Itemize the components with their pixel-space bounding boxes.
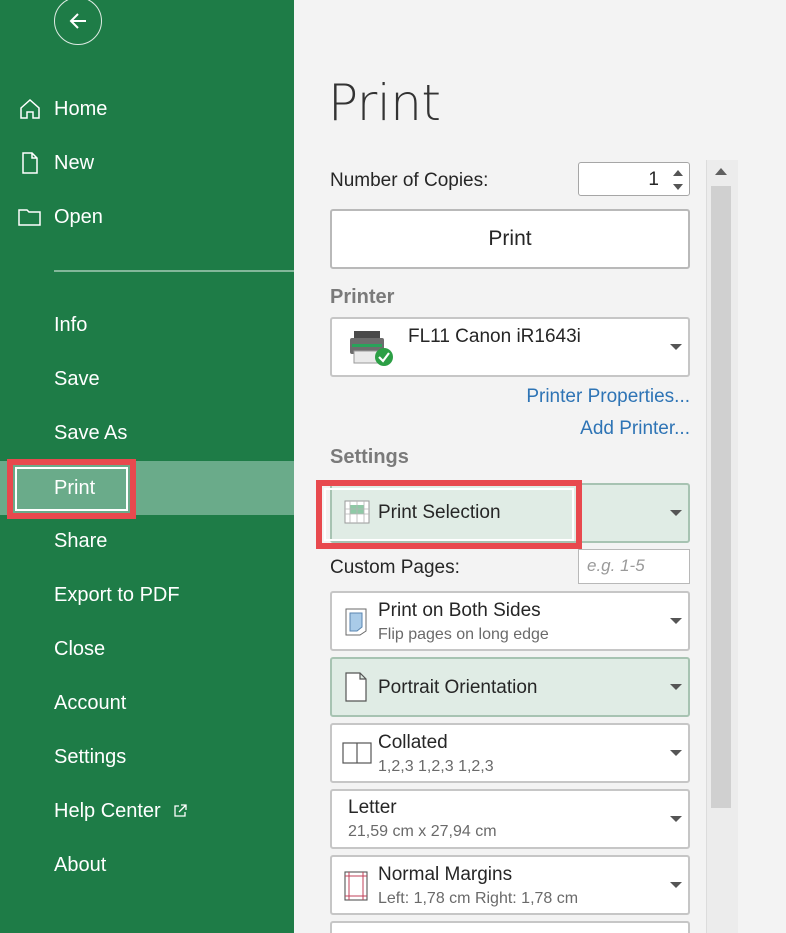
page-title: Print — [328, 74, 441, 132]
copies-stepper[interactable]: 1 — [578, 162, 690, 196]
back-button[interactable] — [54, 0, 102, 45]
paper-size-select[interactable]: Letter 21,59 cm x 27,94 cm — [330, 789, 690, 849]
nav-about-label: About — [54, 853, 107, 876]
orientation-title: Portrait Orientation — [378, 677, 538, 698]
nav-save-as[interactable]: Save As — [0, 406, 294, 460]
printer-select[interactable]: FL11 Canon iR1643i — [330, 317, 690, 377]
nav-share[interactable]: Share — [0, 514, 294, 568]
nav-open[interactable]: Open — [0, 190, 294, 244]
selection-highlight-box — [316, 480, 582, 549]
nav-close[interactable]: Close — [0, 622, 294, 676]
chevron-down-icon — [670, 882, 682, 888]
chevron-down-icon — [670, 750, 682, 756]
nav-save[interactable]: Save — [0, 352, 294, 406]
nav-export-pdf[interactable]: Export to PDF — [0, 568, 294, 622]
nav-home[interactable]: Home — [0, 82, 294, 136]
collation-select[interactable]: Collated 1,2,3 1,2,3 1,2,3 — [330, 723, 690, 783]
nav-new[interactable]: New — [0, 136, 294, 190]
duplex-subtitle: Flip pages on long edge — [378, 626, 549, 643]
custom-pages-input[interactable]: e.g. 1-5 — [578, 549, 690, 584]
margins-title: Normal Margins — [378, 864, 513, 885]
portrait-page-icon — [345, 672, 367, 702]
nav-settings[interactable]: Settings — [0, 730, 294, 784]
print-highlight-box — [7, 459, 136, 519]
print-panel: Print Number of Copies: 1 Print Printer … — [294, 0, 786, 933]
nav-help-center-label: Help Center — [54, 799, 161, 822]
printer-heading: Printer — [330, 286, 395, 308]
sidebar-divider — [54, 270, 294, 272]
custom-pages-label: Custom Pages: — [330, 557, 460, 578]
nav-share-label: Share — [54, 529, 108, 552]
scroll-up-icon[interactable] — [715, 168, 727, 175]
collated-title: Collated — [378, 732, 448, 753]
margins-select[interactable]: Normal Margins Left: 1,78 cm Right: 1,78… — [330, 855, 690, 915]
nav-settings-label: Settings — [54, 745, 127, 768]
nav-open-label: Open — [54, 205, 103, 228]
margins-icon — [344, 871, 368, 901]
scroll-thumb[interactable] — [711, 186, 731, 808]
printer-properties-link[interactable]: Printer Properties... — [526, 386, 690, 408]
chevron-down-icon — [670, 344, 682, 350]
chevron-down-icon — [670, 618, 682, 624]
scaling-select[interactable] — [330, 921, 690, 933]
print-button[interactable]: Print — [330, 209, 690, 269]
printer-name: FL11 Canon iR1643i — [408, 326, 581, 347]
orientation-select[interactable]: Portrait Orientation — [330, 657, 690, 717]
nav-about[interactable]: About — [0, 838, 294, 892]
nav-home-label: Home — [54, 97, 108, 120]
nav-help-center-label-wrap: Help Center — [54, 800, 187, 823]
collated-icon — [342, 742, 372, 764]
printer-icon — [350, 331, 393, 366]
copies-value: 1 — [648, 169, 659, 190]
chevron-down-icon — [670, 816, 682, 822]
nav-help-center[interactable]: Help Center — [0, 784, 294, 838]
nav-info-label: Info — [54, 313, 88, 336]
nav-save-label: Save — [54, 367, 100, 390]
spin-down-icon[interactable] — [671, 181, 685, 193]
nav-account-label: Account — [54, 691, 127, 714]
nav-save-as-label: Save As — [54, 421, 128, 444]
margins-subtitle: Left: 1,78 cm Right: 1,78 cm — [378, 890, 579, 907]
arrow-left-icon — [69, 13, 86, 29]
copies-label: Number of Copies: — [330, 170, 489, 191]
collated-subtitle: 1,2,3 1,2,3 1,2,3 — [378, 758, 494, 775]
add-printer-link[interactable]: Add Printer... — [580, 418, 690, 440]
duplex-page-icon — [345, 608, 367, 636]
paper-title: Letter — [348, 797, 397, 818]
home-icon — [20, 98, 40, 119]
folder-icon — [18, 209, 41, 226]
chevron-down-icon — [670, 684, 682, 690]
new-document-icon — [22, 152, 38, 174]
paper-subtitle: 21,59 cm x 27,94 cm — [348, 823, 497, 840]
external-link-icon — [174, 804, 187, 817]
nav-new-label: New — [54, 151, 95, 174]
settings-scrollbar[interactable] — [706, 160, 738, 933]
settings-heading: Settings — [330, 446, 409, 468]
nav-export-pdf-label: Export to PDF — [54, 583, 180, 606]
nav-close-label: Close — [54, 637, 106, 660]
duplex-select[interactable]: Print on Both Sides Flip pages on long e… — [330, 591, 690, 651]
chevron-down-icon — [670, 510, 682, 516]
nav-account[interactable]: Account — [0, 676, 294, 730]
backstage-sidebar: Home New Open Info Save Save As Print Sh… — [0, 0, 294, 933]
nav-info[interactable]: Info — [0, 298, 294, 352]
duplex-title: Print on Both Sides — [378, 600, 541, 621]
spin-up-icon[interactable] — [671, 167, 685, 179]
